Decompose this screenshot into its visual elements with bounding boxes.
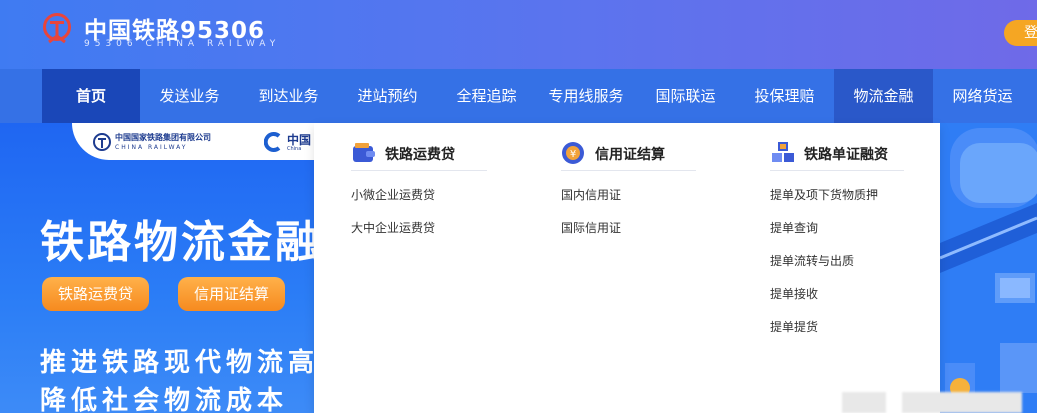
col-header-document-financing[interactable]: 铁路单证融资 — [770, 140, 904, 171]
partner-logo-sub: China — [287, 146, 302, 152]
link-bill-pickup[interactable]: 提单提货 — [770, 318, 818, 335]
china-railway-small-logo-icon — [93, 133, 111, 151]
link-bill-query[interactable]: 提单查询 — [770, 219, 818, 236]
link-international-letter-of-credit[interactable]: 国际信用证 — [561, 219, 621, 236]
site-header: 中国铁路95306 95306 CHINA RAILWAY 登 — [0, 0, 1037, 69]
cubes-icon — [772, 142, 794, 162]
logistics-finance-dropdown: 铁路运费贷 小微企业运费贷 大中企业运费贷 ¥ 信用证结算 国内信用证 国际信用… — [314, 123, 940, 413]
login-button[interactable]: 登 — [1004, 20, 1037, 46]
china-railway-group-name: 中国国家铁路集团有限公司 — [115, 133, 211, 142]
banner-headline: 铁路物流金融 — [40, 217, 322, 268]
nav-logistics-finance[interactable]: 物流金融 — [834, 69, 933, 123]
col-header-freight-loan[interactable]: 铁路运费贷 — [351, 140, 487, 171]
nav-insurance[interactable]: 投保理赔 — [735, 69, 834, 123]
letter-of-credit-pill-button[interactable]: 信用证结算 — [178, 277, 286, 311]
nav-siding-service[interactable]: 专用线服务 — [536, 69, 636, 123]
blurred-region — [902, 392, 1022, 413]
china-railway-logo-icon[interactable] — [41, 12, 73, 46]
site-subtitle: 95306 CHINA RAILWAY — [84, 39, 281, 49]
link-large-medium-freight-loan[interactable]: 大中企业运费贷 — [351, 219, 435, 236]
nav-arrival[interactable]: 到达业务 — [239, 69, 338, 123]
link-bill-receive[interactable]: 提单接收 — [770, 285, 818, 302]
link-bill-transfer-pledge[interactable]: 提单流转与出质 — [770, 252, 854, 269]
link-domestic-letter-of-credit[interactable]: 国内信用证 — [561, 186, 621, 203]
link-bill-cargo-pledge[interactable]: 提单及项下货物质押 — [770, 186, 878, 203]
svg-text:¥: ¥ — [570, 149, 576, 160]
nav-network-freight[interactable]: 网络货运 — [933, 69, 1032, 123]
partner-bank-logo-icon — [264, 132, 281, 152]
col-title: 铁路运费贷 — [385, 147, 455, 163]
freight-loan-pill-button[interactable]: 铁路运费贷 — [42, 277, 150, 311]
nav-intl-transport[interactable]: 国际联运 — [636, 69, 735, 123]
banner-slogan-line2: 降低社会物流成本 — [40, 386, 289, 413]
railway-illustration-icon — [940, 123, 1037, 413]
col-title: 铁路单证融资 — [804, 147, 888, 163]
nav-home[interactable]: 首页 — [42, 69, 140, 123]
banner-slogan-line1: 推进铁路现代物流高 — [40, 348, 320, 378]
main-nav: 首页 发送业务 到达业务 进站预约 全程追踪 专用线服务 国际联运 投保理赔 物… — [0, 69, 1037, 123]
wallet-icon — [353, 143, 375, 162]
blurred-region — [842, 392, 886, 413]
link-small-micro-freight-loan[interactable]: 小微企业运费贷 — [351, 186, 435, 203]
yuan-shield-icon: ¥ — [562, 142, 584, 164]
nav-send[interactable]: 发送业务 — [140, 69, 239, 123]
china-railway-en-name: CHINA RAILWAY — [115, 144, 188, 151]
nav-tracking[interactable]: 全程追踪 — [437, 69, 536, 123]
col-header-letter-of-credit[interactable]: ¥ 信用证结算 — [561, 140, 696, 171]
partner-logos: 中国国家铁路集团有限公司 CHINA RAILWAY 中国 China — [72, 123, 352, 160]
nav-station-booking[interactable]: 进站预约 — [338, 69, 437, 123]
col-title: 信用证结算 — [595, 147, 665, 163]
